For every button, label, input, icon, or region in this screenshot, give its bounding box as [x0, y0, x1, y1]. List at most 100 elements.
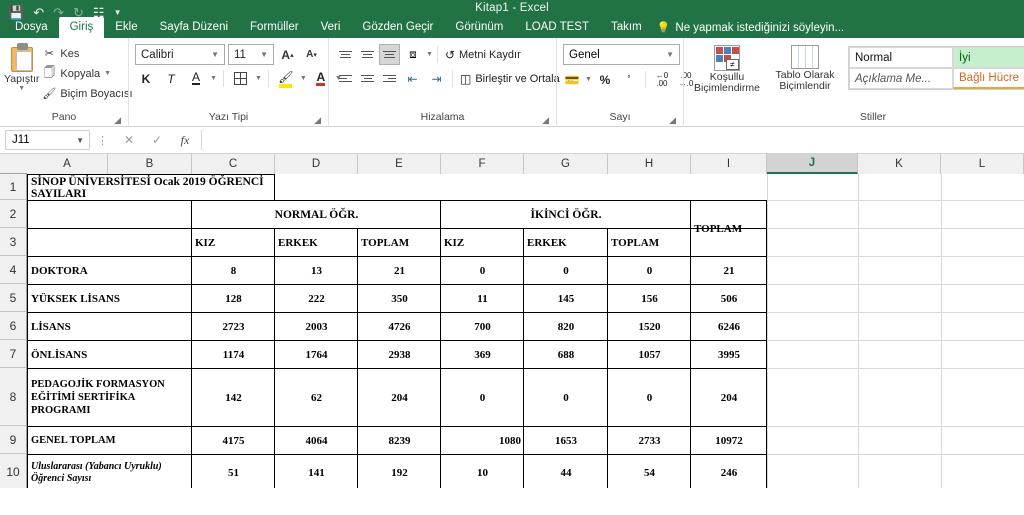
cell-d5[interactable]: 222 — [275, 285, 358, 312]
cell-f5[interactable]: 11 — [441, 285, 524, 312]
comma-style-button[interactable]: ’ — [618, 69, 640, 90]
cell-h10[interactable]: 54 — [608, 455, 691, 488]
tab-giris[interactable]: Giriş — [58, 17, 105, 38]
cell-e7[interactable]: 2938 — [358, 341, 441, 368]
orientation-button[interactable]: ⧈ — [401, 44, 425, 65]
row-header-8[interactable]: 8 — [0, 368, 27, 426]
currency-chevron-down-icon[interactable]: ▼ — [585, 76, 592, 83]
clipboard-dialog-launcher-icon[interactable]: ◢ — [114, 115, 121, 126]
cell-i6[interactable]: 6246 — [691, 313, 767, 340]
cell-e5[interactable]: 350 — [358, 285, 441, 312]
cell-d9[interactable]: 4064 — [275, 427, 358, 454]
column-header-l[interactable]: L — [941, 154, 1024, 174]
column-header-e[interactable]: E — [358, 154, 441, 174]
copy-button[interactable]: 🗍 Kopyala ▼ — [39, 64, 135, 83]
cell-a4-label[interactable]: DOKTORA — [28, 257, 192, 284]
cell-h8[interactable]: 0 — [608, 369, 691, 426]
cell-f9[interactable]: 1080 — [441, 427, 524, 454]
fill-color-button[interactable]: 🖌 — [275, 68, 297, 89]
cell-e6[interactable]: 4726 — [358, 313, 441, 340]
currency-button[interactable]: 💳 — [561, 69, 583, 90]
wrap-text-button[interactable]: ↺ Metni Kaydır — [442, 44, 524, 65]
cell-i4[interactable]: 21 — [691, 257, 767, 284]
cell-g6[interactable]: 820 — [524, 313, 608, 340]
row-header-4[interactable]: 4 — [0, 256, 27, 284]
cell-f6[interactable]: 700 — [441, 313, 524, 340]
cell-f3[interactable]: KIZ — [441, 229, 524, 256]
formula-bar-grip-icon[interactable]: ⋮ — [90, 134, 115, 147]
cell-d7[interactable]: 1764 — [275, 341, 358, 368]
cut-button[interactable]: ✂ Kes — [39, 44, 135, 63]
tab-gorunum[interactable]: Görünüm — [444, 17, 514, 38]
format-as-table-button[interactable]: Tablo Olarak Biçimlendir — [766, 43, 844, 92]
cell-g8[interactable]: 0 — [524, 369, 608, 426]
style-aciklama-metni[interactable]: Açıklama Me... — [849, 68, 953, 89]
column-header-a[interactable]: A — [27, 154, 108, 174]
cell-c4[interactable]: 8 — [192, 257, 275, 284]
cell-d3[interactable]: ERKEK — [275, 229, 358, 256]
cell-g7[interactable]: 688 — [524, 341, 608, 368]
cell-c9[interactable]: 4175 — [192, 427, 275, 454]
decrease-font-size-button[interactable]: A ▾ — [301, 44, 322, 65]
cell-a5-label[interactable]: YÜKSEK LİSANS — [28, 285, 192, 312]
cell-c10[interactable]: 51 — [192, 455, 275, 488]
cell-g9[interactable]: 1653 — [524, 427, 608, 454]
increase-decimal-button[interactable]: ←0.00 — [651, 69, 673, 90]
cell-header-ikinci-ogr[interactable]: İKİNCİ ÖĞR. — [441, 201, 691, 228]
row-header-7[interactable]: 7 — [0, 340, 27, 368]
align-center-button[interactable] — [357, 68, 378, 89]
cell-c6[interactable]: 2723 — [192, 313, 275, 340]
paste-chevron-down-icon[interactable]: ▼ — [18, 85, 25, 92]
cell-styles-gallery[interactable]: Normal İyi Açıklama Me... Bağlı Hücre — [848, 46, 1024, 90]
cell-a6-label[interactable]: LİSANS — [28, 313, 192, 340]
cell-f8[interactable]: 0 — [441, 369, 524, 426]
row-header-6[interactable]: 6 — [0, 312, 27, 340]
font-size-chevron-down-icon[interactable]: ▼ — [257, 50, 271, 59]
bold-button[interactable]: K — [135, 68, 157, 89]
cell-h7[interactable]: 1057 — [608, 341, 691, 368]
number-format-chevron-down-icon[interactable]: ▼ — [663, 50, 677, 59]
number-format-combo[interactable]: Genel ▼ — [563, 44, 680, 65]
formula-input[interactable] — [201, 130, 1022, 150]
column-header-h[interactable]: H — [608, 154, 691, 174]
cell-i5[interactable]: 506 — [691, 285, 767, 312]
cell-i9[interactable]: 10972 — [691, 427, 767, 454]
cell-g3[interactable]: ERKEK — [524, 229, 608, 256]
column-header-i[interactable]: I — [691, 154, 767, 174]
copy-chevron-down-icon[interactable]: ▼ — [104, 70, 111, 77]
align-left-button[interactable] — [335, 68, 356, 89]
cancel-icon[interactable]: ✕ — [115, 133, 143, 147]
orientation-chevron-down-icon[interactable]: ▼ — [426, 51, 433, 58]
align-middle-button[interactable] — [357, 44, 378, 65]
cell-c5[interactable]: 128 — [192, 285, 275, 312]
cell-header-normal-ogr[interactable]: NORMAL ÖĞR. — [192, 201, 441, 228]
cell-g5[interactable]: 145 — [524, 285, 608, 312]
cell-d6[interactable]: 2003 — [275, 313, 358, 340]
align-right-button[interactable] — [379, 68, 400, 89]
row-header-1[interactable]: 1 — [0, 174, 27, 200]
column-header-f[interactable]: F — [441, 154, 524, 174]
ribbon-tabs[interactable]: Dosya Giriş Ekle Sayfa Düzeni Formüller … — [0, 16, 1024, 38]
tab-veri[interactable]: Veri — [310, 17, 352, 38]
font-name-combo[interactable]: Calibri ▼ — [135, 44, 225, 65]
align-bottom-button[interactable] — [379, 44, 400, 65]
cell-a10-label[interactable]: Uluslararası (Yabancı Uyruklu) Öğrenci S… — [28, 455, 192, 488]
cell-a9-label[interactable]: GENEL TOPLAM — [28, 427, 192, 454]
cell-c3[interactable]: KIZ — [192, 229, 275, 256]
font-name-chevron-down-icon[interactable]: ▼ — [208, 50, 222, 59]
tell-me-box[interactable]: 💡 Ne yapmak istediğinizi söyleyin... — [653, 18, 852, 38]
cell-f7[interactable]: 369 — [441, 341, 524, 368]
format-painter-button[interactable]: 🖌 Biçim Boyacısı — [39, 84, 135, 103]
cell-i8[interactable]: 204 — [691, 369, 767, 426]
fill-color-chevron-down-icon[interactable]: ▼ — [300, 75, 307, 82]
cell-a8-label[interactable]: PEDAGOJİK FORMASYON EĞİTİMİ SERTİFİKA PR… — [28, 369, 192, 426]
cell-e8[interactable]: 204 — [358, 369, 441, 426]
font-size-combo[interactable]: 11 ▼ — [228, 44, 274, 65]
cell-i10[interactable]: 246 — [691, 455, 767, 488]
increase-font-size-button[interactable]: A ▴ — [277, 44, 298, 65]
cell-h9[interactable]: 2733 — [608, 427, 691, 454]
cell-c8[interactable]: 142 — [192, 369, 275, 426]
name-box-chevron-down-icon[interactable]: ▼ — [76, 136, 87, 145]
cell-i7[interactable]: 3995 — [691, 341, 767, 368]
number-dialog-launcher-icon[interactable]: ◢ — [669, 115, 676, 126]
